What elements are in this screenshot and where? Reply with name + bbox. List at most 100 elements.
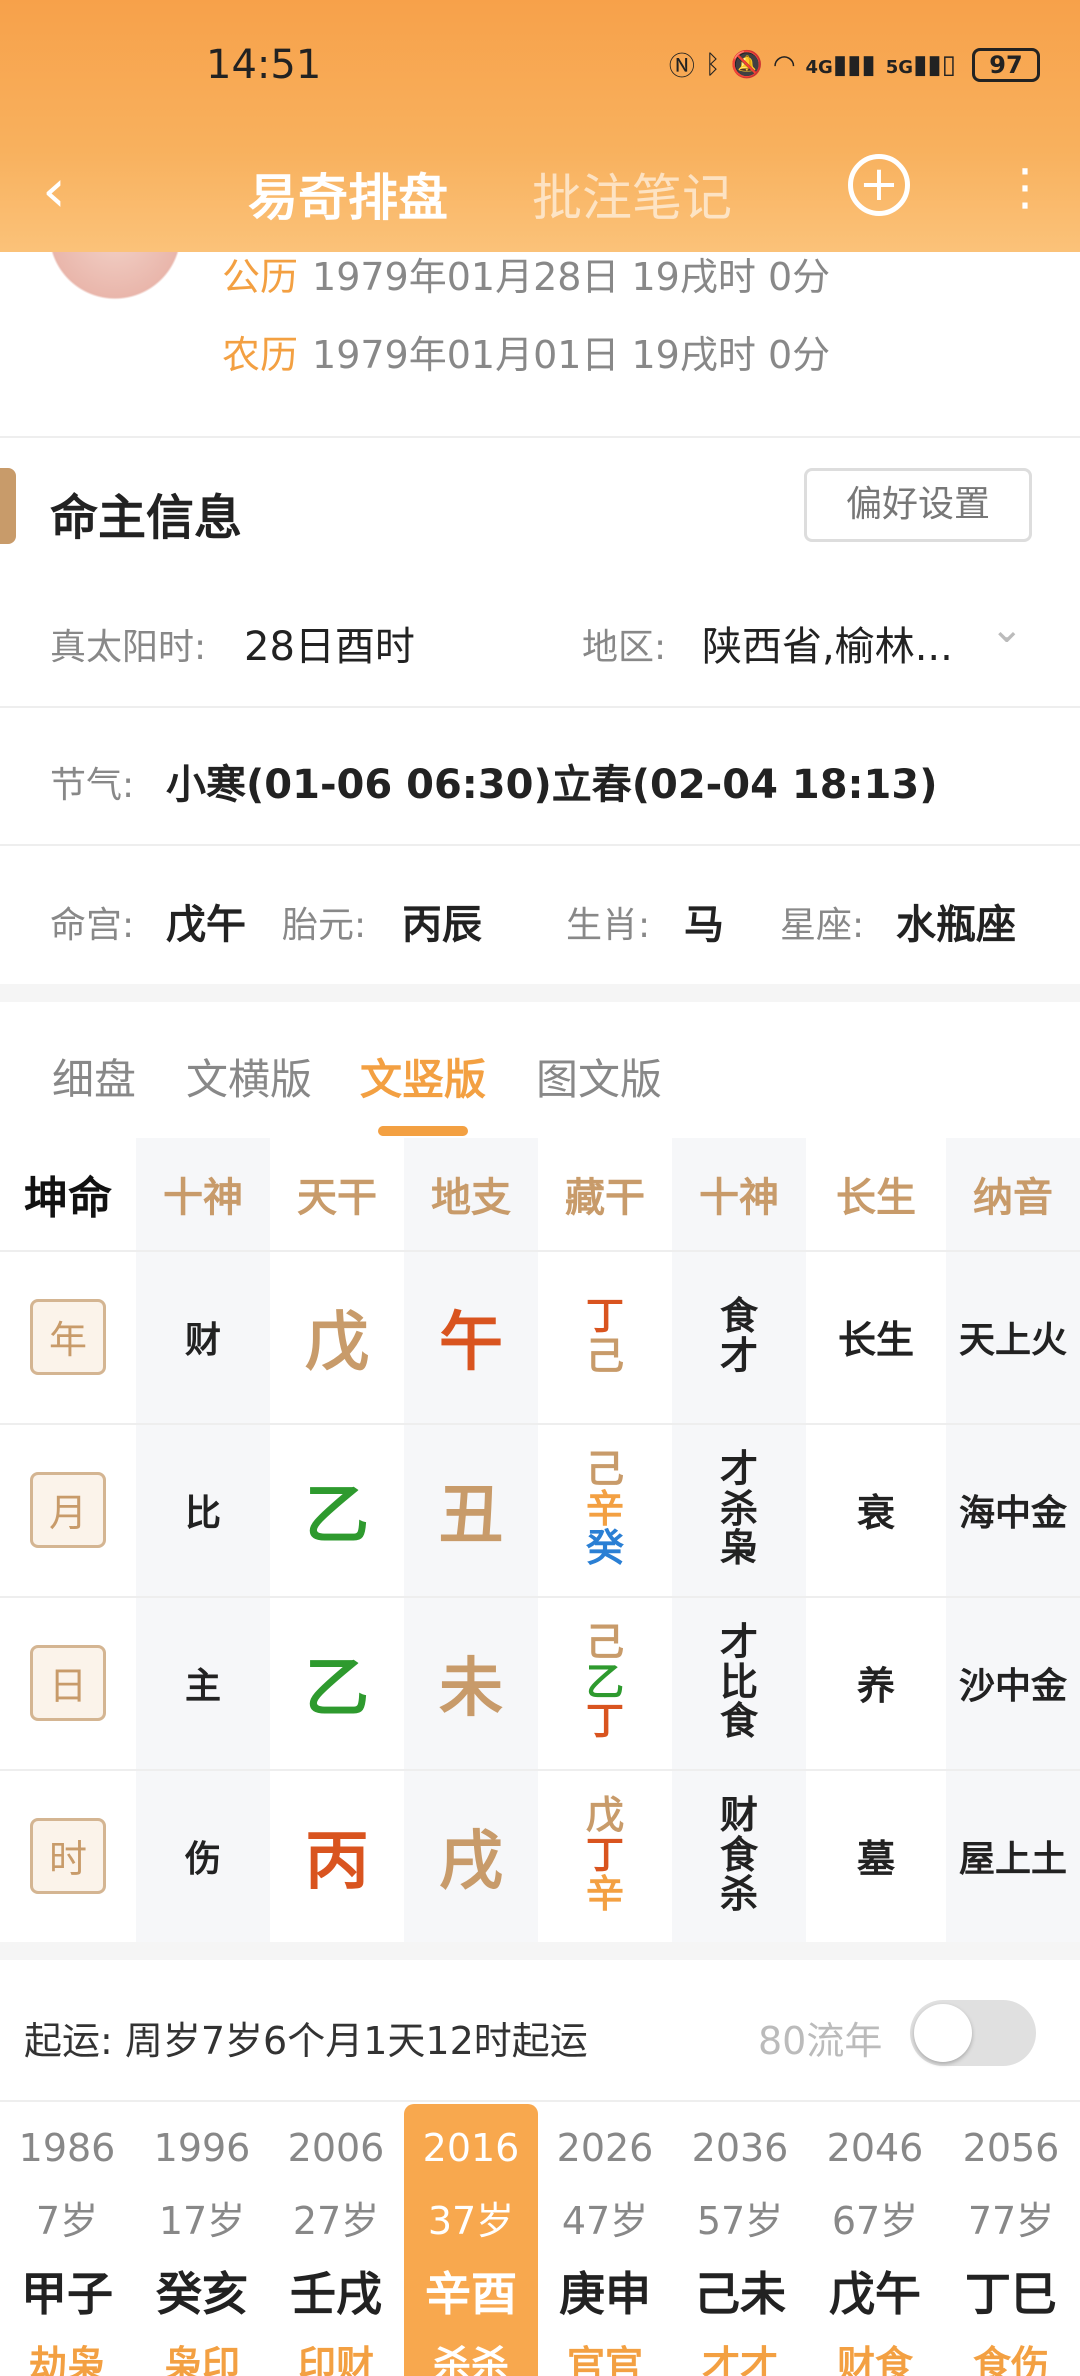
preference-settings-button[interactable]: 偏好设置	[804, 468, 1032, 542]
dayun-year: 1996	[153, 2126, 251, 2170]
grid-cell: 月	[0, 1423, 136, 1596]
grid-cell: 沙中金	[946, 1596, 1080, 1769]
nayin-value: 天上火	[958, 1319, 1067, 1361]
chevron-down-icon[interactable]: ⌄	[990, 606, 1024, 652]
dayun-age: 7岁	[35, 2199, 99, 2243]
canggan-char: 戊	[585, 1792, 624, 1837]
grid-cell: 时	[0, 1769, 136, 1942]
tiangan-value: 戊	[305, 1305, 369, 1380]
solar-date: 公历 1979年01月28日 19戌时 0分	[222, 246, 830, 301]
dayun-item[interactable]: 2016 37岁 辛酉 杀杀	[404, 2104, 538, 2376]
shishen-value: 伤	[184, 1838, 221, 1880]
app-header: 14:51 Ⓝ ᛒ 🔕 ◠ 4G▮▮▮ 5G▮▮▯ 97 ‹ 易奇排盘 批注笔记…	[0, 0, 1080, 252]
tab-xipan[interactable]: 细盘	[52, 1046, 136, 1107]
grid-cell: 食才	[672, 1250, 806, 1423]
region-label: 地区:	[582, 627, 667, 668]
canggan-stack: 丁己	[586, 1296, 624, 1377]
canggan-char: 辛	[585, 1872, 624, 1917]
back-button[interactable]: ‹	[42, 156, 66, 226]
liunian-toggle[interactable]	[910, 2000, 1036, 2066]
dayun-shishen: 印财	[297, 2343, 374, 2376]
canggan-char: 己	[585, 1619, 624, 1664]
grid-cell: 戊丁辛	[538, 1769, 672, 1942]
dayun-item[interactable]: 1996 17岁 癸亥 枭印	[135, 2104, 269, 2376]
dayun-ganzhi: 壬戌	[290, 2267, 382, 2321]
nayin-value: 海中金	[958, 1492, 1067, 1534]
section-title: 命主信息	[50, 490, 243, 546]
dayun-item[interactable]: 2026 47岁 庚申 官官	[538, 2104, 672, 2376]
status-bar: 14:51 Ⓝ ᛒ 🔕 ◠ 4G▮▮▮ 5G▮▮▯ 97	[0, 42, 1080, 102]
grid-cell: 衰	[806, 1423, 946, 1596]
corner-label: 坤命	[24, 1173, 112, 1224]
grid-cell: 丑	[404, 1423, 538, 1596]
battery-level: 97	[989, 50, 1023, 79]
grid-cell: 墓	[806, 1769, 946, 1942]
dizhi-value: 戌	[439, 1824, 503, 1899]
grid-cell: 长生	[806, 1250, 946, 1423]
dayun-ganzhi: 癸亥	[156, 2267, 248, 2321]
shengxiao-value: 马	[684, 902, 724, 948]
shishen2-stack: 才杀枭	[719, 1449, 758, 1570]
tab-wenshuban[interactable]: 文竖版	[360, 1046, 486, 1107]
header-canggan: 藏干	[565, 1175, 645, 1221]
canggan-char: 丁	[585, 1699, 624, 1744]
shishen2-char: 比	[719, 1659, 758, 1704]
jieqi-label: 节气:	[50, 765, 135, 806]
shishen2-stack: 财食杀	[719, 1792, 758, 1916]
shishen2-char: 食	[719, 1832, 758, 1877]
nav-bar: ‹ 易奇排盘 批注笔记 + ⋮	[0, 148, 1080, 234]
shishen2-char: 食	[719, 1699, 758, 1744]
grid-cell: 未	[404, 1596, 538, 1769]
section-divider	[0, 984, 1080, 1002]
dayun-item[interactable]: 2006 27岁 壬戌 印财	[269, 2104, 403, 2376]
dayun-list: 1986 7岁 甲子 劫枭 1996 17岁 癸亥 枭印 2006 27岁 壬戌 印财 2016 37岁辛…	[0, 2104, 1080, 2376]
active-tab-indicator	[378, 1126, 468, 1136]
tab-wenhengban[interactable]: 文横版	[186, 1046, 312, 1107]
region-value[interactable]: 陕西省,榆林...	[702, 614, 953, 672]
grid-cell: 主	[136, 1596, 270, 1769]
canggan-char: 丁	[585, 1832, 624, 1877]
tab-tuwenban[interactable]: 图文版	[536, 1046, 662, 1107]
pillar-label[interactable]: 时	[30, 1817, 106, 1894]
dayun-item[interactable]: 1986 7岁 甲子 劫枭	[0, 2104, 134, 2376]
divider	[0, 436, 1080, 438]
canggan-stack: 戊丁辛	[585, 1792, 624, 1917]
shishen2-char: 杀	[719, 1486, 758, 1531]
tab-annotation-notes[interactable]: 批注笔记	[532, 158, 732, 230]
true-solar-label: 真太阳时:	[50, 627, 207, 668]
jieqi-value: 小寒(01-06 06:30)立春(02-04 18:13)	[166, 762, 938, 808]
shishen2-char: 食	[719, 1293, 758, 1338]
changsheng-value: 衰	[856, 1491, 895, 1535]
grid-cell: 丙	[270, 1769, 404, 1942]
divider	[0, 844, 1080, 846]
pillar-label[interactable]: 年	[30, 1298, 106, 1375]
more-icon[interactable]: ⋮	[1000, 154, 1050, 220]
shishen2-char: 财	[719, 1792, 758, 1837]
dayun-item[interactable]: 2036 57岁 己未 才才	[673, 2104, 807, 2376]
wifi-icon: ◠	[772, 49, 796, 80]
nfc-icon: Ⓝ	[668, 52, 695, 82]
dayun-item[interactable]: 2046 67岁 戊午 财食	[808, 2104, 942, 2376]
header-shishen2: 十神	[699, 1175, 779, 1221]
changsheng-value: 墓	[856, 1837, 895, 1881]
pillar-label[interactable]: 月	[30, 1471, 106, 1548]
dayun-ganzhi: 己未	[694, 2267, 786, 2321]
dayun-item[interactable]: 2056 77岁 丁巳 食伤	[942, 2104, 1080, 2376]
pillar-label[interactable]: 日	[30, 1644, 106, 1721]
tab-yiqi-paipan[interactable]: 易奇排盘	[248, 158, 448, 230]
dayun-year: 2046	[826, 2126, 924, 2170]
add-icon[interactable]: +	[848, 154, 910, 216]
dayun-shishen: 杀杀	[432, 2343, 509, 2376]
dizhi-value: 午	[439, 1305, 503, 1380]
shengxiao-label: 生肖:	[566, 905, 651, 946]
dayun-shishen: 官官	[566, 2343, 643, 2376]
dayun-age: 67岁	[831, 2199, 919, 2243]
dayun-shishen: 劫枭	[28, 2343, 105, 2376]
shishen2-stack: 食才	[719, 1293, 758, 1377]
taiyuan-label: 胎元:	[282, 905, 367, 946]
section-marker	[0, 468, 16, 544]
dayun-age: 57岁	[696, 2199, 784, 2243]
status-icons: Ⓝ ᛒ 🔕 ◠ 4G▮▮▮ 5G▮▮▯ 97	[669, 46, 1040, 83]
battery-icon: 97	[972, 47, 1040, 82]
grid-cell: 财	[136, 1250, 270, 1423]
